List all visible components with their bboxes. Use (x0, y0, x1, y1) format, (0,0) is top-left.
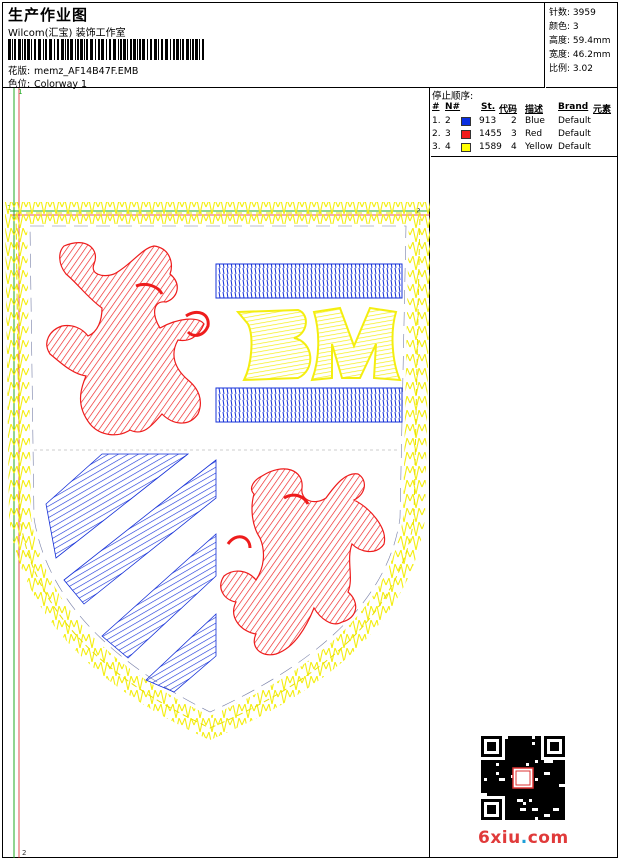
row-needle: 3 (445, 129, 451, 139)
row-brand: Default (558, 142, 591, 152)
design-canvas: 1 1 2 2 BM (2, 88, 432, 858)
stat-colors: 颜色: 3 (549, 22, 579, 32)
row-description: Blue (525, 116, 545, 126)
side-separator (431, 156, 618, 157)
stat-stitches: 针数: 3959 (549, 8, 596, 18)
row-stitches: 1589 (479, 142, 502, 152)
row-needle: 2 (445, 116, 451, 126)
row-number: 1. (432, 116, 441, 126)
col-code: 代码 (499, 105, 518, 115)
blue-stripes (45, 453, 217, 693)
row-description: Yellow (525, 142, 553, 152)
watermark-site: 6xiu.com (478, 828, 569, 848)
col-needle: N# (445, 102, 461, 112)
color-swatch (461, 130, 471, 139)
row-number: 3. (432, 142, 441, 152)
design-file-row: 花版: memz_AF14B47F.EMB (8, 63, 138, 77)
page-title: 生产作业图 (8, 6, 89, 24)
header-block: 生产作业图 Wilcom(汇宝) 装饰工作室 花版: memz_AF14B47F.… (2, 2, 545, 90)
design-label: 花版: (8, 66, 31, 77)
stat-width: 宽度: 46.2mm (549, 50, 611, 60)
stat-scale: 比例: 3.02 (549, 64, 593, 74)
stats-block: 针数: 3959 颜色: 3 高度: 59.4mm 宽度: 46.2mm 比例:… (546, 2, 618, 88)
row-code: 4 (511, 142, 517, 152)
col-stitches: St. (481, 102, 496, 112)
color-swatch (461, 143, 471, 152)
col-element: 元素 (593, 105, 612, 115)
marker-1-top: 1 (18, 88, 22, 96)
col-brand: Brand (558, 102, 589, 112)
stop-table-header: # N# St. 代码 描述 Brand 元素 (431, 101, 618, 115)
col-description: 描述 (525, 105, 544, 115)
row-brand: Default (558, 116, 591, 126)
monogram-text: BM (2, 88, 4, 89)
embroidery-preview: 1 1 2 2 BM (2, 88, 432, 858)
barcode (8, 39, 204, 60)
row-stitches: 913 (479, 116, 497, 126)
row-brand: Default (558, 129, 591, 139)
row-stitches: 1455 (479, 129, 502, 139)
color-swatch (461, 117, 471, 126)
row-description: Red (525, 129, 543, 139)
lion-top-left (46, 242, 210, 436)
blue-bar-bottom (215, 387, 403, 423)
stop-row[interactable]: 1. 2 913 2 Blue Default (431, 115, 618, 128)
row-number: 2. (432, 129, 441, 139)
side-panel: 停止顺序: # N# St. 代码 描述 Brand 元素 1. 2 913 2 Blu… (431, 88, 618, 858)
col-hash: # (432, 102, 440, 112)
stop-row[interactable]: 2. 3 1455 3 Red Default (431, 128, 618, 141)
row-code: 3 (511, 129, 517, 139)
software-subtitle: Wilcom(汇宝) 装饰工作室 (8, 28, 126, 39)
stop-sequence-title: 停止顺序: (432, 91, 474, 102)
stop-row[interactable]: 3. 4 1589 4 Yellow Default (431, 141, 618, 154)
row-code: 2 (511, 116, 517, 126)
row-needle: 4 (445, 142, 451, 152)
qr-code (481, 736, 565, 820)
blue-bar-top (215, 263, 403, 299)
stat-height: 高度: 59.4mm (549, 36, 611, 46)
marker-2-bottom: 2 (22, 849, 26, 857)
